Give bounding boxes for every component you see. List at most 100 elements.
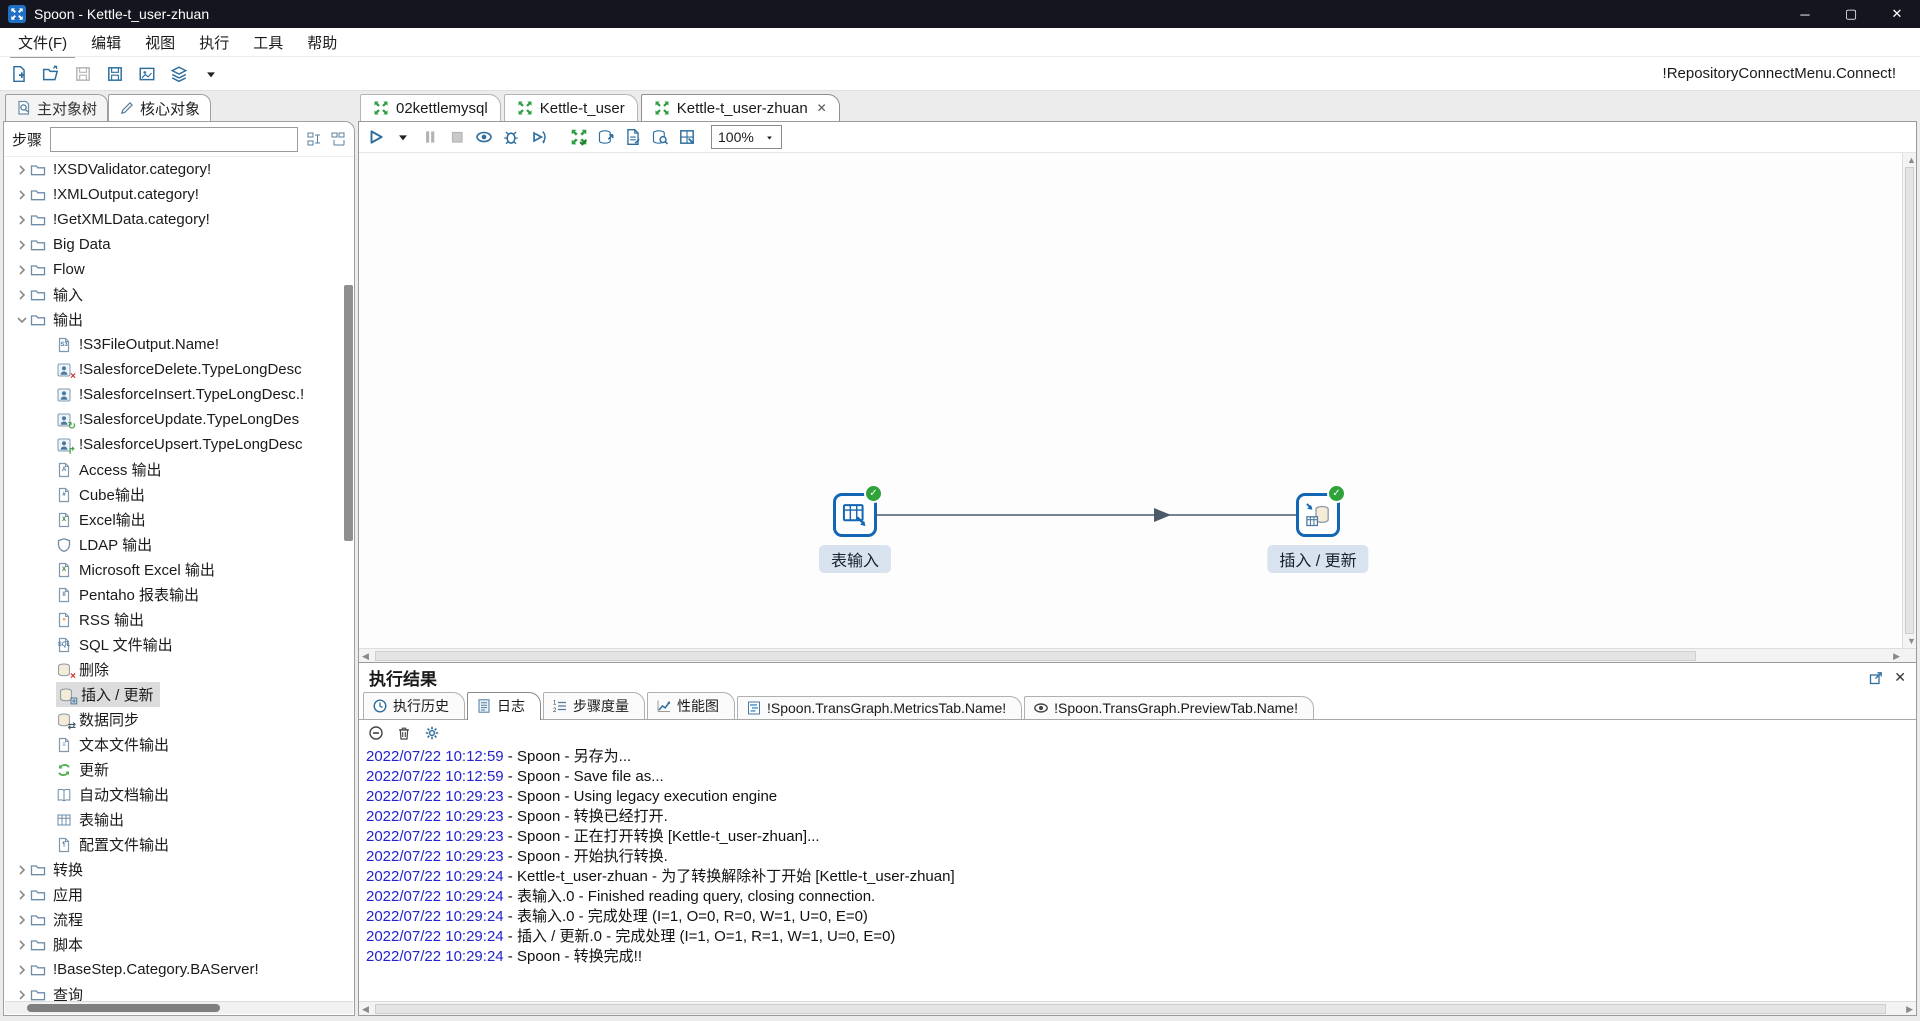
- results-tab-preview-eye-dark[interactable]: !Spoon.TransGraph.PreviewTab.Name!: [1024, 696, 1314, 719]
- tree-step-item[interactable]: llPentaho 报表输出: [4, 582, 354, 607]
- open-in-new-icon[interactable]: [1868, 670, 1884, 686]
- tree-step-item[interactable]: XMicrosoft Excel 输出: [4, 557, 354, 582]
- view-tab-core-objects[interactable]: 核心对象: [108, 94, 211, 121]
- new-file-icon[interactable]: [10, 65, 28, 83]
- check-transformation-icon[interactable]: [570, 128, 588, 146]
- tree-folder[interactable]: 脚本: [4, 932, 354, 957]
- doc-tab-Kettle-t_user-zhuan[interactable]: Kettle-t_user-zhuan✕: [641, 94, 840, 121]
- step-search-input[interactable]: [50, 127, 298, 152]
- save-icon[interactable]: [74, 65, 92, 83]
- menu-item-4[interactable]: 执行: [187, 29, 241, 56]
- menu-item-2[interactable]: 编辑: [79, 29, 133, 56]
- chevron-down-icon[interactable]: [14, 312, 30, 328]
- results-tab-clock[interactable]: 执行历史: [363, 692, 465, 719]
- gear-icon[interactable]: [424, 725, 440, 741]
- tree-folder[interactable]: !XMLOutput.category!: [4, 182, 354, 207]
- tree-step-item[interactable]: 自动文档输出: [4, 782, 354, 807]
- impact-analysis-icon[interactable]: [597, 128, 615, 146]
- tree-step-item[interactable]: ⊞插入 / 更新: [4, 682, 354, 707]
- menu-item-5[interactable]: 工具: [241, 29, 295, 56]
- replay-icon[interactable]: [529, 128, 547, 146]
- chevron-right-icon[interactable]: [14, 987, 30, 1003]
- menu-item-6[interactable]: 帮助: [295, 29, 349, 56]
- results-tab-log-doc[interactable]: 日志: [467, 692, 541, 720]
- perspective-layers-icon[interactable]: [170, 65, 188, 83]
- tree-folder[interactable]: !GetXMLData.category!: [4, 207, 354, 232]
- stop-icon[interactable]: [448, 128, 466, 146]
- tree-folder[interactable]: 转换: [4, 857, 354, 882]
- results-tab-perf-graph[interactable]: 性能图: [647, 692, 735, 719]
- canvas-horizontal-scrollbar[interactable]: ◀ ▶: [359, 648, 1916, 662]
- chevron-right-icon[interactable]: [14, 212, 30, 228]
- open-file-icon[interactable]: [42, 65, 60, 83]
- selected-tree-item[interactable]: ⊞插入 / 更新: [56, 682, 160, 707]
- tree-folder[interactable]: 流程: [4, 907, 354, 932]
- minus-circle-icon[interactable]: [368, 725, 384, 741]
- explore-database-icon[interactable]: [651, 128, 669, 146]
- tree-folder[interactable]: 查询: [4, 982, 354, 1002]
- caret-down-icon[interactable]: [394, 128, 412, 146]
- canvas-vertical-scrollbar[interactable]: ▲ ▼: [1902, 153, 1916, 648]
- save-as-icon[interactable]: [106, 65, 124, 83]
- menu-item-3[interactable]: 视图: [133, 29, 187, 56]
- tree-step-item[interactable]: ↱!SalesforceUpsert.TypeLongDesc: [4, 432, 354, 457]
- zoom-level-select[interactable]: 100%: [711, 125, 782, 149]
- show-grid-icon[interactable]: [678, 128, 696, 146]
- tree-folder[interactable]: Big Data: [4, 232, 354, 257]
- export-image-icon[interactable]: [138, 65, 156, 83]
- transformation-canvas[interactable]: ✓ ✓ 表输入 插入 / 更新 ▲ ▼: [359, 153, 1916, 648]
- tree-step-item[interactable]: #Cube输出: [4, 482, 354, 507]
- results-tab-metrics-bars[interactable]: !Spoon.TransGraph.MetricsTab.Name!: [737, 696, 1022, 719]
- doc-tab-Kettle-t_user[interactable]: Kettle-t_user: [504, 94, 638, 121]
- tree-folder[interactable]: 输入: [4, 282, 354, 307]
- tree-folder[interactable]: !XSDValidator.category!: [4, 157, 354, 182]
- log-horizontal-scrollbar[interactable]: ◀ ▶: [359, 1001, 1916, 1015]
- tree-step-item[interactable]: 更新: [4, 757, 354, 782]
- tree-step-item[interactable]: S3!S3FileOutput.Name!: [4, 332, 354, 357]
- chevron-right-icon[interactable]: [14, 187, 30, 203]
- chevron-right-icon[interactable]: [14, 937, 30, 953]
- tree-horizontal-scrollbar[interactable]: [5, 1001, 353, 1014]
- minimize-button[interactable]: ─: [1782, 0, 1828, 28]
- close-tab-icon[interactable]: ✕: [817, 101, 827, 115]
- results-tab-step-metrics[interactable]: 12步骤度量: [543, 692, 645, 719]
- tree-folder[interactable]: 应用: [4, 882, 354, 907]
- tree-step-item[interactable]: SQLSQL 文件输出: [4, 632, 354, 657]
- tree-step-item[interactable]: ×删除: [4, 657, 354, 682]
- tree-step-item[interactable]: XExcel输出: [4, 507, 354, 532]
- tree-folder[interactable]: !BaseStep.Category.BAServer!: [4, 957, 354, 982]
- chevron-right-icon[interactable]: [14, 862, 30, 878]
- generate-sql-icon[interactable]: [624, 128, 642, 146]
- doc-tab-02kettlemysql[interactable]: 02kettlemysql: [360, 94, 501, 121]
- close-button[interactable]: ✕: [1874, 0, 1920, 28]
- tree-vertical-scrollbar[interactable]: [344, 285, 353, 541]
- tree-folder[interactable]: 输出: [4, 307, 354, 332]
- chevron-right-icon[interactable]: [14, 262, 30, 278]
- tree-step-item[interactable]: ↻!SalesforceUpdate.TypeLongDes: [4, 407, 354, 432]
- tree-step-item[interactable]: AAccess 输出: [4, 457, 354, 482]
- tree-step-item[interactable]: »RSS 输出: [4, 607, 354, 632]
- tree-step-item[interactable]: 表输出: [4, 807, 354, 832]
- tree-folder[interactable]: Flow: [4, 257, 354, 282]
- chevron-right-icon[interactable]: [14, 962, 30, 978]
- chevron-right-icon[interactable]: [14, 287, 30, 303]
- tree-step-item[interactable]: ¶配置文件输出: [4, 832, 354, 857]
- chevron-right-icon[interactable]: [14, 887, 30, 903]
- tree-step-item[interactable]: !SalesforceInsert.TypeLongDesc.!: [4, 382, 354, 407]
- trash-icon[interactable]: [396, 725, 412, 741]
- view-tab-main-tree[interactable]: 主对象树: [5, 94, 108, 121]
- pause-icon[interactable]: [421, 128, 439, 146]
- tree-step-item[interactable]: ×!SalesforceDelete.TypeLongDesc: [4, 357, 354, 382]
- tree-step-item[interactable]: ≡文本文件输出: [4, 732, 354, 757]
- caret-down-icon[interactable]: [202, 65, 220, 83]
- maximize-button[interactable]: ▢: [1828, 0, 1874, 28]
- expand-all-icon[interactable]: [306, 131, 322, 147]
- tree-step-item[interactable]: LDAP 输出: [4, 532, 354, 557]
- collapse-all-icon[interactable]: [330, 131, 346, 147]
- run-icon[interactable]: [367, 128, 385, 146]
- chevron-right-icon[interactable]: [14, 237, 30, 253]
- debug-bug-icon[interactable]: [502, 128, 520, 146]
- chevron-right-icon[interactable]: [14, 912, 30, 928]
- preview-eye-icon[interactable]: [475, 128, 493, 146]
- chevron-right-icon[interactable]: [14, 162, 30, 178]
